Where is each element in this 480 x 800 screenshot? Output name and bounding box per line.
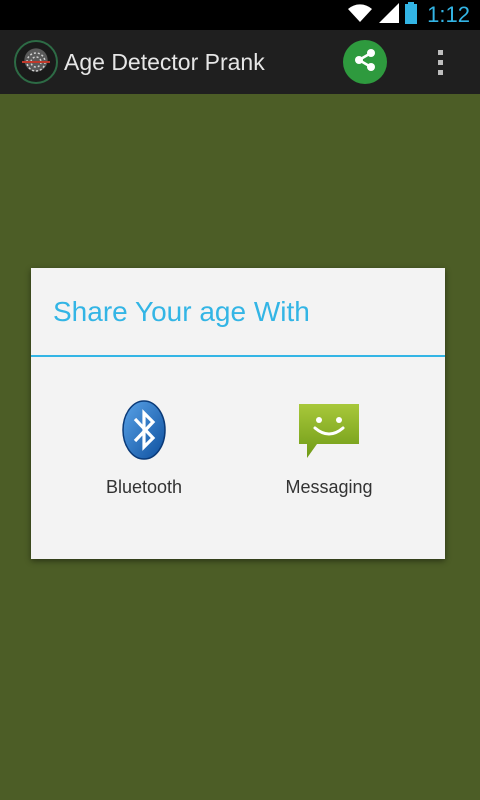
app-title: Age Detector Prank — [64, 48, 265, 75]
share-button[interactable] — [343, 40, 387, 84]
overflow-dot — [437, 69, 443, 75]
messaging-icon — [297, 398, 361, 462]
messaging-label: Messaging — [285, 477, 373, 497]
status-icons: 1:12 — [347, 0, 470, 30]
overflow-dot — [437, 59, 443, 65]
share-option-bluetooth[interactable]: Bluetooth — [64, 398, 224, 508]
share-dialog: Share Your age With Bluetooth Messaging — [31, 268, 445, 559]
action-bar: Age Detector Prank — [0, 30, 480, 94]
battery-icon — [405, 1, 418, 29]
overflow-dot — [437, 49, 443, 55]
dialog-title: Share Your age With — [53, 296, 310, 327]
overflow-menu-button[interactable] — [424, 40, 456, 84]
bluetooth-icon — [112, 398, 176, 462]
share-icon — [351, 46, 379, 79]
dialog-divider — [31, 355, 445, 357]
bluetooth-label: Bluetooth — [105, 477, 183, 497]
status-clock: 1:12 — [427, 2, 470, 27]
signal-icon — [379, 2, 400, 28]
wifi-icon — [347, 3, 373, 28]
status-bar: 1:12 — [0, 0, 480, 30]
share-option-messaging[interactable]: Messaging — [249, 398, 409, 508]
app-logo-icon[interactable] — [14, 40, 58, 84]
